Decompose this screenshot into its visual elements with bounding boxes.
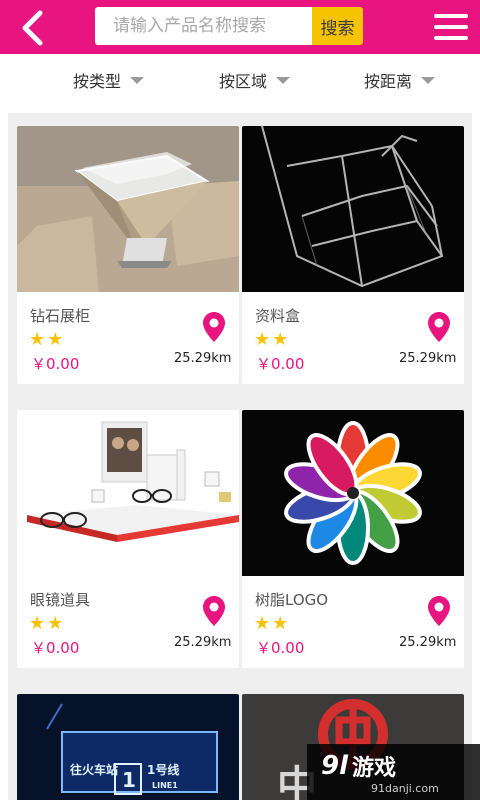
svg-text:1号线: 1号线: [147, 762, 179, 777]
search-input[interactable]: [95, 7, 312, 45]
watermark-url: 91danji.com: [371, 781, 439, 795]
product-name: 资料盒: [255, 307, 301, 325]
product-name: 眼镜道具: [30, 591, 91, 609]
rating-stars: ★★: [29, 329, 66, 350]
filter-by-region[interactable]: 按区域: [219, 68, 291, 92]
filter-label: 按距离: [364, 72, 413, 91]
filter-label: 按类型: [73, 72, 122, 91]
product-distance: 25.29km: [174, 635, 232, 650]
filter-by-type[interactable]: 按类型: [73, 68, 145, 92]
location-pin-icon: [203, 596, 225, 630]
product-distance: 25.29km: [399, 635, 457, 650]
caret-down-icon: [276, 76, 291, 84]
product-image-led-sign: 往火车站 1 1号线 LINE1: [17, 694, 239, 800]
back-button[interactable]: [10, 8, 54, 48]
caret-down-icon: [421, 76, 436, 84]
filter-label: 按区域: [219, 72, 268, 91]
product-image-diamond-case: [17, 126, 239, 292]
product-card[interactable]: 眼镜道具 ★★ ￥0.00 25.29km: [17, 410, 239, 668]
product-distance: 25.29km: [399, 351, 457, 366]
back-chevron-icon: [22, 10, 43, 46]
product-image-brochure-box: [242, 126, 464, 292]
filter-bar: 按类型 按区域 按距离: [8, 54, 472, 110]
svg-text:往火车站: 往火车站: [70, 762, 118, 777]
product-price: ￥0.00: [256, 639, 305, 657]
rating-stars: ★★: [254, 613, 291, 634]
rating-stars: ★★: [29, 613, 66, 634]
watermark-text: 游戏: [352, 755, 397, 781]
hamburger-menu-icon: [434, 14, 468, 18]
product-price: ￥0.00: [31, 639, 80, 657]
menu-button[interactable]: [434, 11, 468, 43]
location-pin-icon: [203, 312, 225, 346]
search-box: 搜索: [95, 7, 363, 45]
svg-text:1: 1: [122, 768, 136, 792]
location-pin-icon: [428, 312, 450, 346]
product-name: 树脂LOGO: [255, 591, 329, 609]
location-pin-icon: [428, 596, 450, 630]
search-button[interactable]: 搜索: [312, 7, 363, 45]
top-header: 搜索: [0, 0, 480, 54]
product-distance: 25.29km: [174, 351, 232, 366]
rating-stars: ★★: [254, 329, 291, 350]
filter-by-distance[interactable]: 按距离: [364, 68, 436, 92]
product-card[interactable]: 树脂LOGO ★★ ￥0.00 25.29km: [242, 410, 464, 668]
product-image-eyewear-props: [17, 410, 239, 576]
product-card[interactable]: 资料盒 ★★ ￥0.00 25.29km: [242, 126, 464, 384]
caret-down-icon: [130, 76, 145, 84]
product-name: 钻石展柜: [30, 307, 91, 325]
site-watermark: 9l 游戏 91danji.com: [307, 744, 480, 800]
product-card[interactable]: 钻石展柜 ★★ ￥0.00 25.29km: [17, 126, 239, 384]
watermark-logo: 9l: [321, 750, 349, 781]
svg-text:LINE1: LINE1: [152, 781, 178, 790]
product-card[interactable]: 往火车站 1 1号线 LINE1: [17, 694, 239, 800]
product-price: ￥0.00: [256, 355, 305, 373]
product-price: ￥0.00: [31, 355, 80, 373]
product-image-resin-logo: [242, 410, 464, 576]
